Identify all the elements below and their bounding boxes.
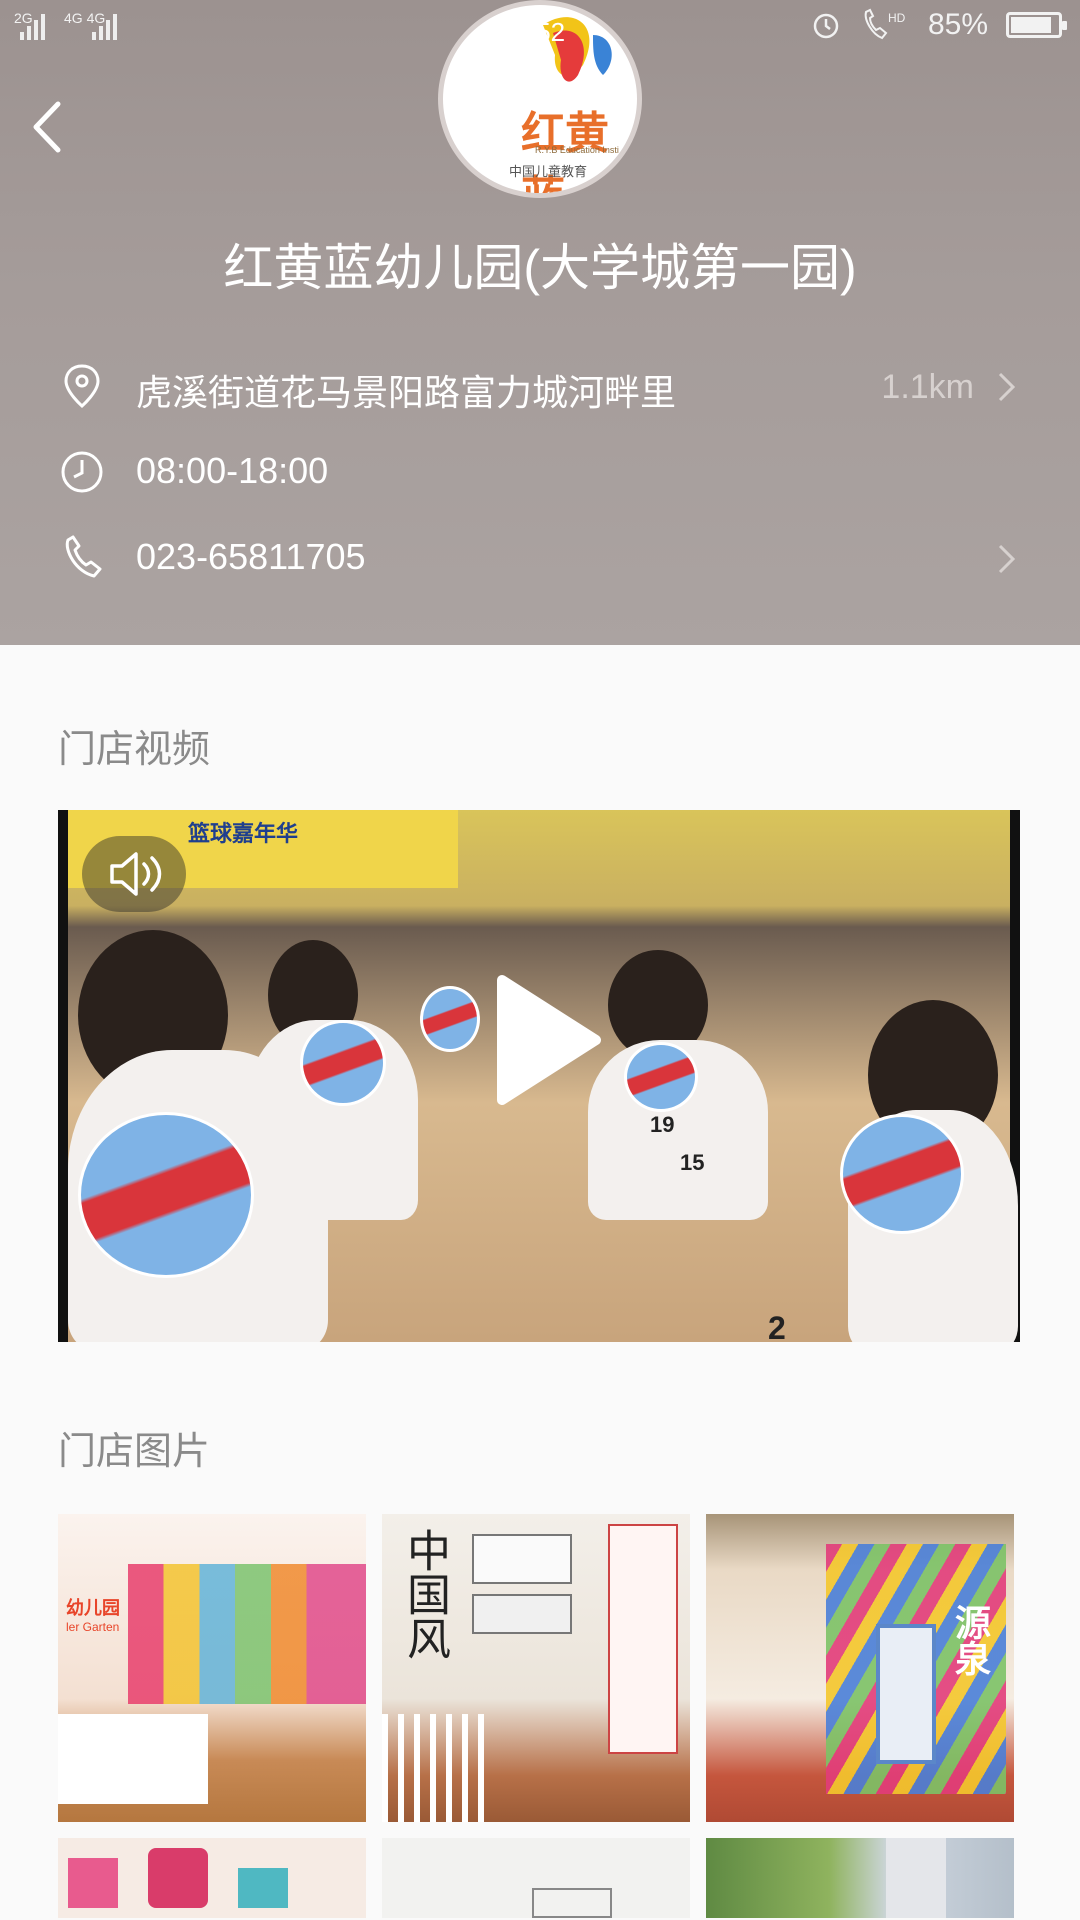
wall-decor	[68, 1858, 118, 1908]
phone-row[interactable]: 023-65811705	[58, 528, 1018, 588]
speaker-icon	[110, 852, 162, 896]
section-title-video: 门店视频	[58, 729, 211, 771]
stair-railing	[382, 1714, 492, 1822]
battery-percent: 85%	[927, 8, 988, 41]
photo-caption: 中国风	[399, 1528, 450, 1660]
mute-toggle-button[interactable]	[82, 836, 186, 912]
wall-color-blocks	[128, 1564, 366, 1704]
logo-mark-icon: :52	[529, 17, 612, 82]
address-row[interactable]: 虎溪街道花马景阳路富力城河畔里 1.1km	[58, 356, 1018, 416]
store-title: 红黄蓝幼儿园(大学城第一园)	[223, 240, 857, 296]
wall-decor	[238, 1868, 288, 1908]
store-photo[interactable]: 源泉	[706, 1514, 1014, 1822]
wall-painting	[472, 1594, 572, 1634]
frame	[532, 1888, 612, 1918]
store-header: 2G 4G 4G HD 85%:52 红黄蓝 R.Y.B Education …	[0, 0, 1080, 645]
photo-sign: ler Garten	[66, 1620, 120, 1634]
signal-bars-icon	[92, 12, 117, 40]
address-text: 虎溪街道花马景阳路富力城河畔里	[136, 372, 677, 413]
store-video[interactable]: 篮球嘉年华 19 15 2	[58, 810, 1020, 1342]
wall-painting	[608, 1524, 678, 1754]
phone-text: 023-65811705	[136, 536, 366, 577]
play-icon	[497, 975, 601, 1105]
wall-decor	[148, 1848, 208, 1908]
wall-painting	[472, 1534, 572, 1584]
distance-text: 1.1km	[881, 368, 974, 406]
basketball	[420, 986, 480, 1052]
clock-partial: :52	[529, 17, 565, 47]
location-pin-icon	[64, 364, 100, 408]
phone-icon	[65, 535, 102, 578]
store-photo[interactable]	[706, 1838, 1014, 1918]
logo-subtitle: R.Y.B Education Insti	[535, 145, 619, 155]
battery-icon	[1006, 12, 1067, 38]
hours-row: 08:00-18:00	[58, 442, 1018, 502]
building	[886, 1838, 946, 1918]
status-right: HD 85%	[810, 8, 1067, 42]
chevron-right-icon	[998, 372, 1016, 402]
store-photo[interactable]: 幼儿园 ler Garten	[58, 1514, 366, 1822]
svg-text:HD: HD	[888, 11, 906, 25]
signal-bars-icon	[20, 12, 45, 40]
store-logo: :52 红黄蓝 R.Y.B Education Insti 中国儿童教育	[438, 0, 642, 198]
clock-icon	[61, 451, 103, 493]
store-photo[interactable]	[58, 1838, 366, 1918]
chevron-left-icon	[33, 101, 61, 153]
section-title-photos: 门店图片	[58, 1431, 211, 1473]
hours-text: 08:00-18:00	[136, 450, 329, 491]
video-banner-text: 篮球嘉年华	[188, 821, 299, 846]
alarm-icon	[813, 13, 839, 39]
hd-call-icon: HD	[864, 8, 906, 40]
doorway	[876, 1624, 936, 1764]
basketball	[300, 1020, 386, 1106]
jersey-number: 19	[650, 1112, 675, 1137]
photo-caption: 源泉	[950, 1604, 991, 1676]
jersey-number: 2	[768, 1310, 786, 1342]
back-button[interactable]	[24, 92, 84, 162]
basketball	[624, 1042, 698, 1112]
logo-tagline: 中国儿童教育	[509, 164, 588, 179]
reception-desk	[58, 1714, 208, 1804]
jersey-number: 15	[680, 1150, 705, 1175]
store-photo[interactable]	[382, 1838, 690, 1918]
play-button[interactable]	[488, 970, 608, 1110]
chevron-right-icon	[998, 544, 1016, 574]
photo-caption: 幼儿园	[66, 1598, 120, 1618]
store-photo[interactable]: 中国风	[382, 1514, 690, 1822]
basketball	[78, 1112, 254, 1278]
basketball	[840, 1114, 964, 1234]
